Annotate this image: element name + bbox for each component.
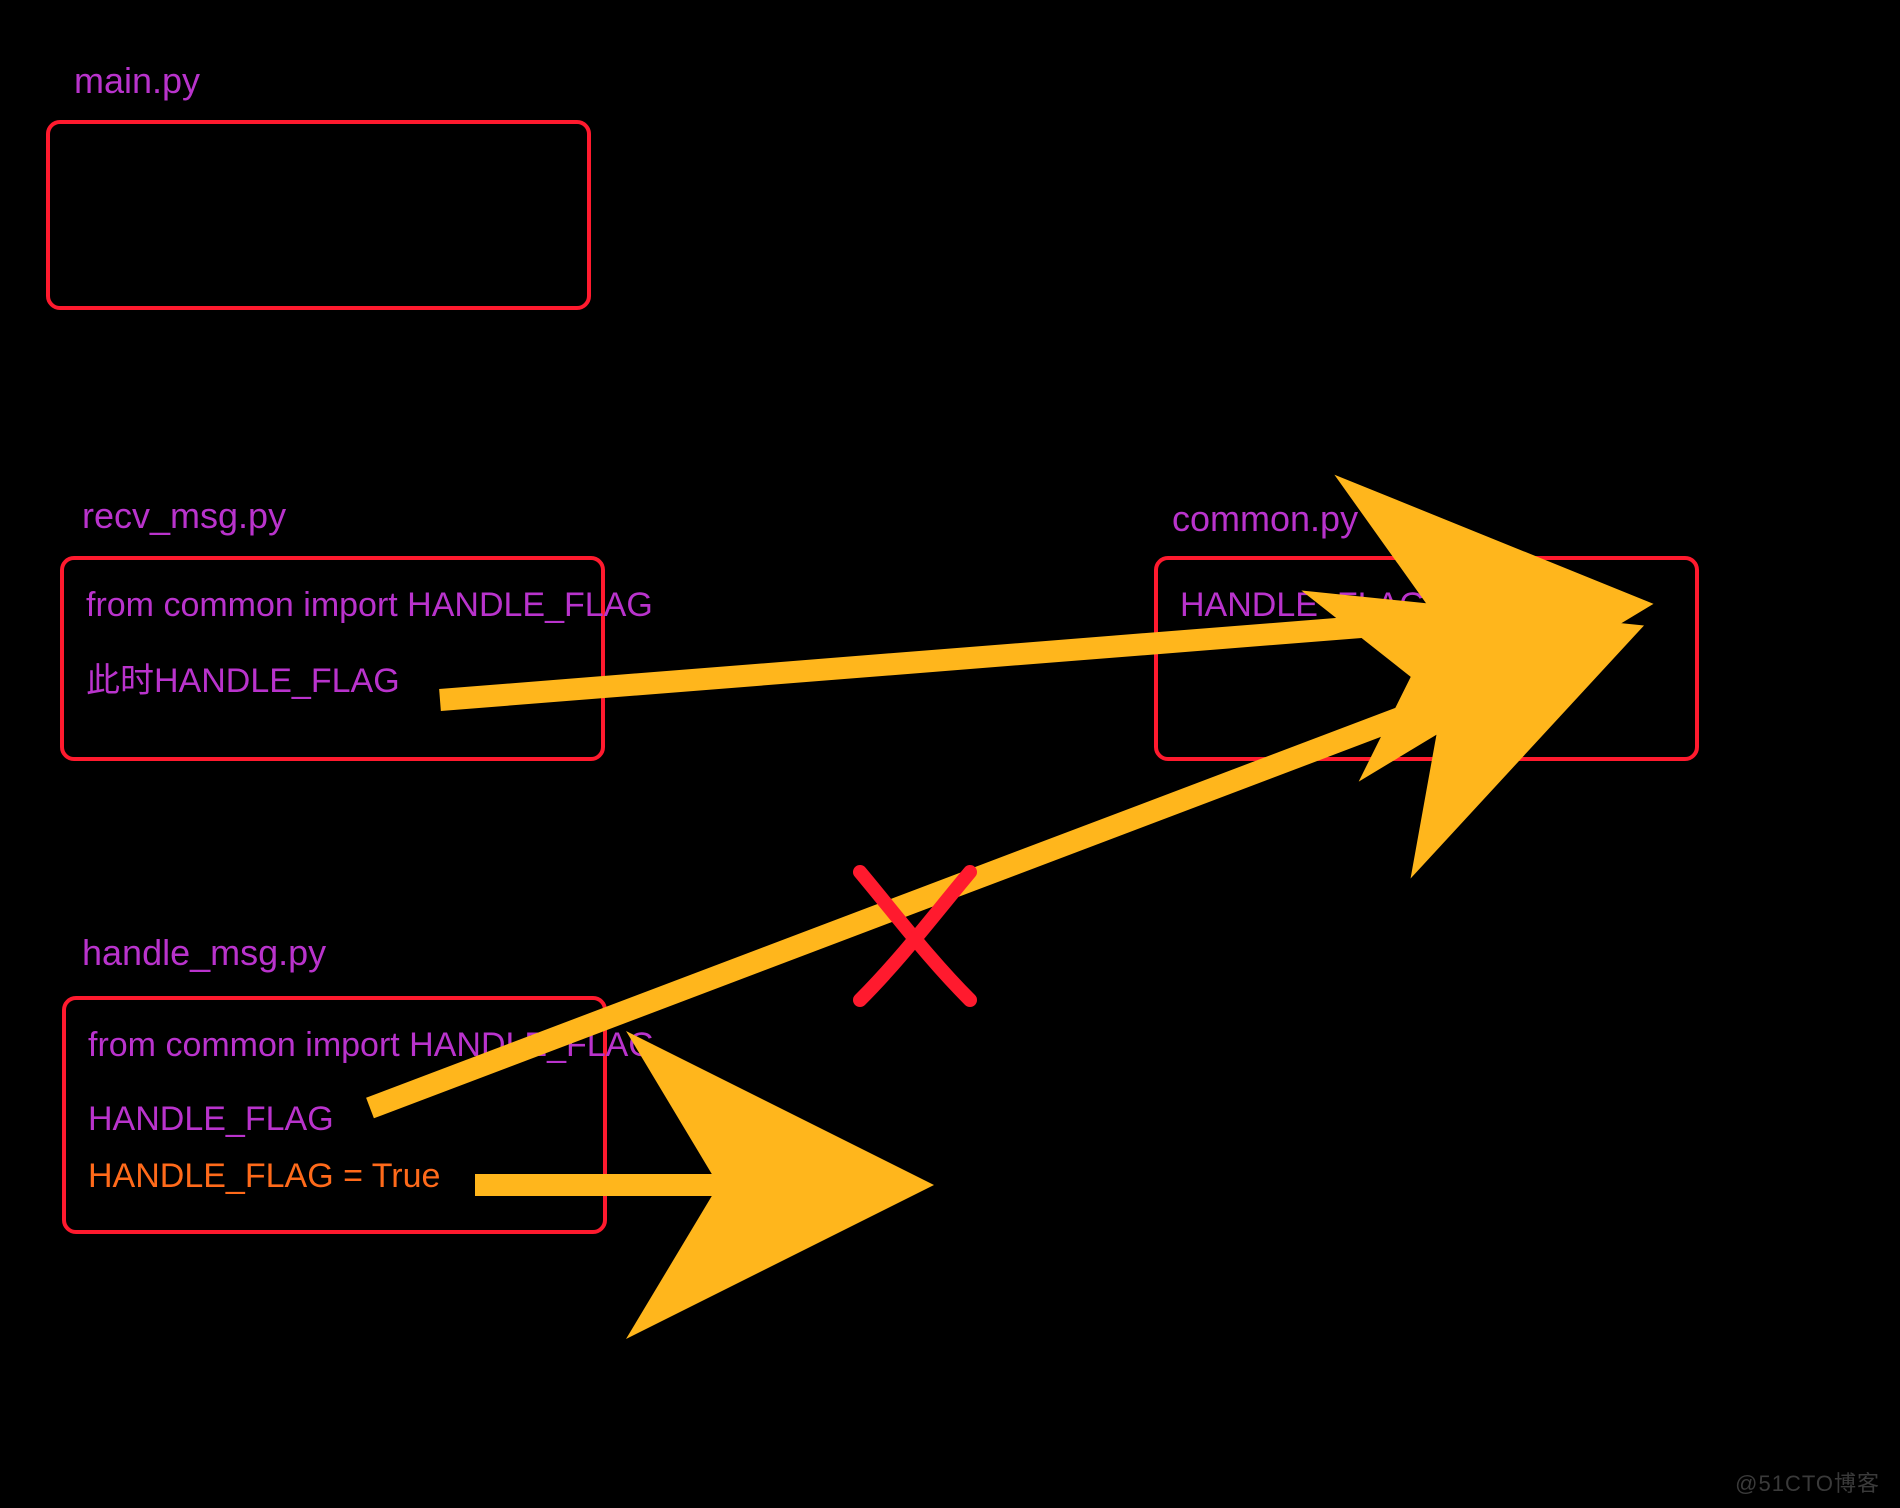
label-handle: handle_msg.py xyxy=(82,932,326,974)
handle-line2: HANDLE_FLAG xyxy=(66,1090,603,1148)
recv-line2: 此时HANDLE_FLAG xyxy=(64,650,601,726)
handle-line1: from common import HANDLE_FLAG xyxy=(66,1000,603,1090)
label-main: main.py xyxy=(74,60,200,102)
handle-line3: HANDLE_FLAG = True xyxy=(66,1149,603,1221)
cross-x-icon xyxy=(860,872,970,1000)
recv-line1: from common import HANDLE_FLAG xyxy=(64,560,601,650)
box-common: HANDLE_FLAG = False xyxy=(1154,556,1699,761)
watermark: @51CTO博客 xyxy=(1735,1466,1880,1498)
box-main xyxy=(46,120,591,310)
common-line1: HANDLE_FLAG = False xyxy=(1158,560,1695,650)
label-common: common.py xyxy=(1172,498,1358,540)
label-recv: recv_msg.py xyxy=(82,495,286,537)
label-true: True xyxy=(834,1160,907,1202)
box-handle: from common import HANDLE_FLAG HANDLE_FL… xyxy=(62,996,607,1234)
box-recv: from common import HANDLE_FLAG 此时HANDLE_… xyxy=(60,556,605,761)
diagram-canvas: main.py recv_msg.py from common import H… xyxy=(0,0,1900,1508)
